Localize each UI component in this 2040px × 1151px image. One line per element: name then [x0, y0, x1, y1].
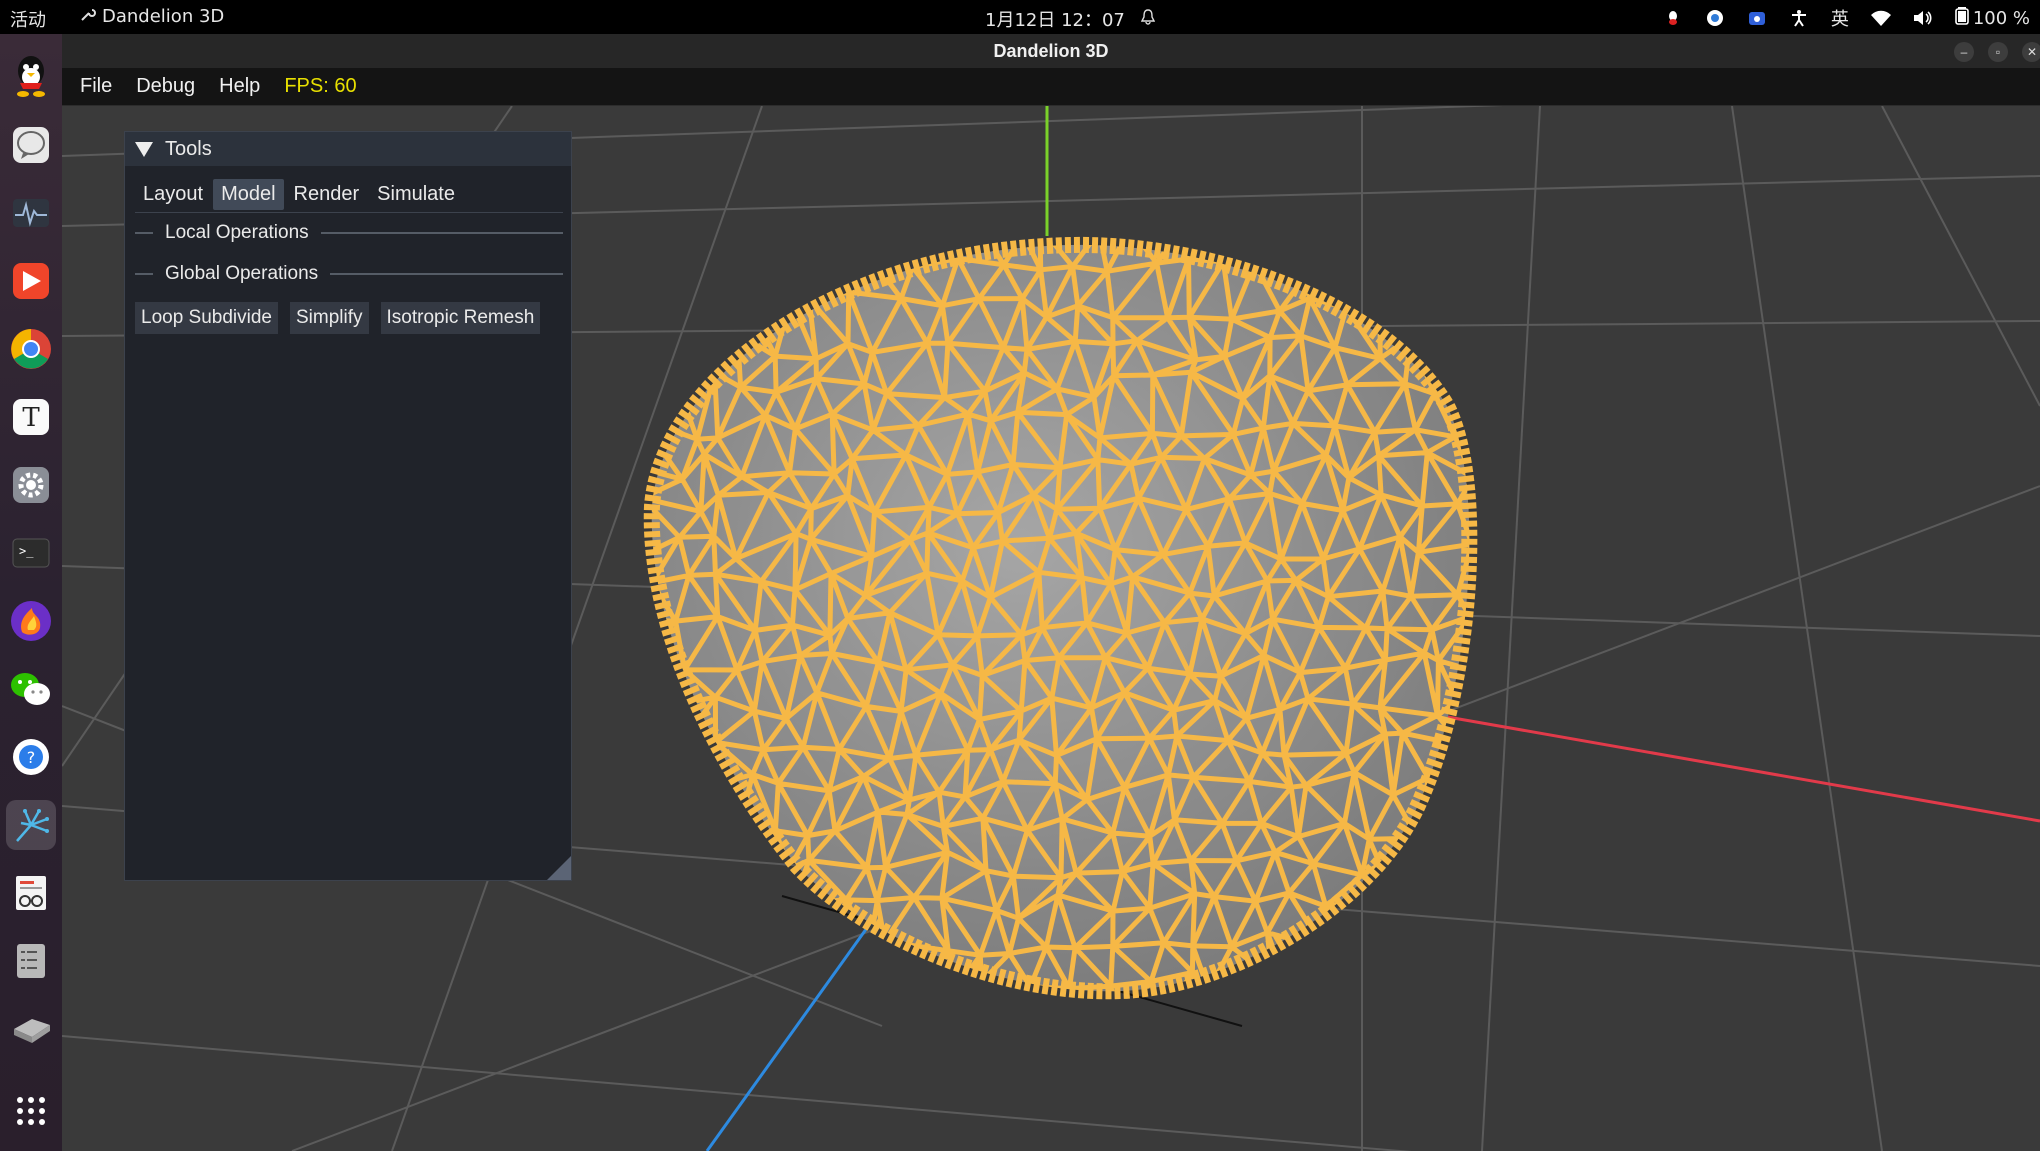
- wifi-icon[interactable]: [1870, 8, 1891, 28]
- clock[interactable]: 1月12日 12：07: [985, 6, 1156, 32]
- menu-debug[interactable]: Debug: [136, 75, 195, 98]
- section-label: Local Operations: [165, 222, 309, 243]
- system-monitor-icon[interactable]: [6, 188, 56, 238]
- tab-divider: [135, 212, 563, 213]
- axis-x: [1441, 714, 2040, 823]
- section-local-operations[interactable]: Local Operations: [135, 219, 563, 247]
- section-line: [330, 273, 563, 275]
- tools-panel[interactable]: Tools Layout Model Render Simulate Local…: [124, 131, 572, 881]
- menu-bar: File Debug Help FPS: 60: [62, 68, 2040, 106]
- menu-file[interactable]: File: [80, 75, 112, 98]
- system-top-bar: 活动 Dandelion 3D 1月12日 12：07 英 100 %: [0, 0, 2040, 34]
- terminal-icon[interactable]: >_: [6, 528, 56, 578]
- chat-bubble-icon[interactable]: [6, 120, 56, 170]
- text-editor-icon[interactable]: [6, 936, 56, 986]
- app-window: Dandelion 3D – ▫ ✕ File Debug Help FPS: …: [62, 34, 2040, 1151]
- tab-layout[interactable]: Layout: [135, 179, 211, 210]
- typora-icon[interactable]: T: [6, 392, 56, 442]
- activities-button[interactable]: 活动: [10, 6, 46, 32]
- menu-help[interactable]: Help: [219, 75, 260, 98]
- app-grid-icon[interactable]: [6, 1086, 56, 1136]
- svg-text:?: ?: [27, 748, 36, 767]
- chrome-icon[interactable]: [6, 324, 56, 374]
- wechat-icon[interactable]: [6, 664, 56, 714]
- tray-circle-icon[interactable]: [1705, 8, 1725, 28]
- loop-subdivide-button[interactable]: Loop Subdivide: [135, 302, 278, 334]
- section-line: [320, 232, 563, 234]
- media-player-icon[interactable]: [6, 256, 56, 306]
- section-dash: [135, 273, 153, 275]
- tab-model[interactable]: Model: [213, 179, 284, 210]
- dock: T >_ ?: [0, 34, 62, 1151]
- tab-simulate[interactable]: Simulate: [369, 179, 463, 210]
- svg-text:>_: >_: [19, 544, 34, 558]
- isotropic-remesh-button[interactable]: Isotropic Remesh: [380, 302, 541, 334]
- app-name-label: Dandelion 3D: [102, 6, 225, 27]
- window-titlebar[interactable]: Dandelion 3D – ▫ ✕: [62, 34, 2040, 68]
- app-menu[interactable]: Dandelion 3D: [80, 6, 224, 27]
- input-method-indicator[interactable]: 英: [1831, 5, 1849, 31]
- document-viewer-icon[interactable]: [6, 868, 56, 918]
- simplify-button[interactable]: Simplify: [290, 302, 369, 334]
- wireframe-mesh: [643, 236, 1478, 1000]
- firefox-dev-icon[interactable]: [6, 596, 56, 646]
- tray-app-icon[interactable]: [1663, 8, 1683, 28]
- window-title: Dandelion 3D: [993, 41, 1109, 61]
- tools-tab-bar: Layout Model Render Simulate: [135, 179, 463, 210]
- battery-label: 100 %: [1972, 7, 2030, 29]
- volume-icon[interactable]: [1913, 8, 1933, 28]
- global-operations-buttons: Loop Subdivide Simplify Isotropic Remesh: [135, 302, 541, 334]
- tab-render[interactable]: Render: [286, 179, 368, 210]
- collapse-triangle-icon[interactable]: [135, 141, 153, 157]
- dandelion-icon[interactable]: [6, 800, 56, 850]
- maximize-button[interactable]: ▫: [1988, 42, 2008, 62]
- settings-icon[interactable]: [6, 460, 56, 510]
- svg-text:T: T: [22, 403, 40, 433]
- tools-panel-header[interactable]: Tools: [125, 132, 571, 166]
- system-tray[interactable]: 英 100 %: [1663, 5, 2030, 31]
- section-global-operations[interactable]: Global Operations: [135, 260, 563, 288]
- datetime-label: 1月12日 12：07: [985, 10, 1125, 31]
- wrench-icon: [80, 6, 96, 27]
- help-icon[interactable]: ?: [6, 732, 56, 782]
- tray-camera-icon[interactable]: [1747, 8, 1767, 28]
- battery-icon: [1955, 6, 1969, 30]
- bell-icon: [1140, 8, 1156, 30]
- tools-panel-title: Tools: [165, 137, 212, 160]
- fps-counter: FPS: 60: [284, 75, 357, 97]
- battery-indicator[interactable]: 100 %: [1955, 6, 2030, 30]
- minimize-button[interactable]: –: [1954, 42, 1974, 62]
- accessibility-icon[interactable]: [1789, 8, 1809, 28]
- close-button[interactable]: ✕: [2022, 42, 2040, 62]
- qq-icon[interactable]: [6, 50, 56, 100]
- resize-grip[interactable]: [547, 856, 571, 880]
- section-dash: [135, 232, 153, 234]
- drive-icon[interactable]: [6, 1004, 56, 1054]
- section-label: Global Operations: [165, 263, 319, 284]
